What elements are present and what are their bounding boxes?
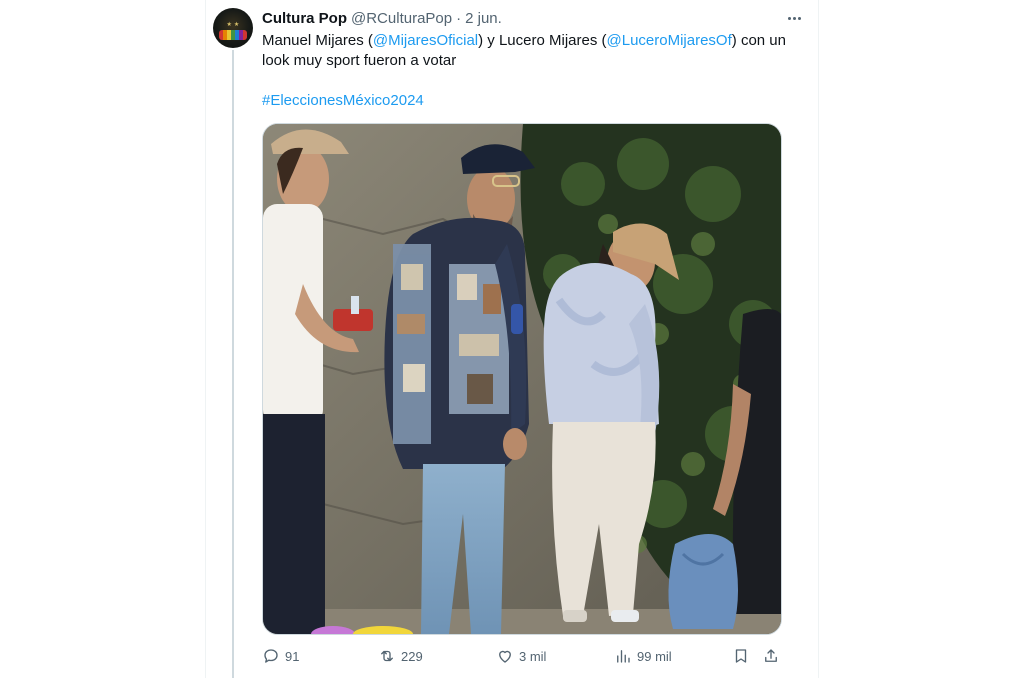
repost-count: 229	[401, 648, 423, 664]
tweet-date[interactable]: 2 jun.	[465, 10, 502, 27]
separator-dot: ·	[456, 9, 462, 27]
reply-count: 91	[285, 648, 300, 664]
thread-line	[232, 50, 234, 678]
photo-illustration	[263, 124, 781, 634]
text-part: Manuel Mijares (	[262, 32, 373, 49]
bookmark-button[interactable]	[732, 645, 750, 667]
mention-lucero[interactable]: @LuceroMijaresOf	[607, 32, 732, 49]
more-options-icon[interactable]	[782, 8, 806, 28]
bookmark-icon	[735, 649, 747, 663]
avatar-stripes	[219, 30, 247, 40]
like-count: 3 mil	[519, 648, 547, 664]
heart-icon	[499, 650, 511, 663]
reply-button[interactable]: 91	[262, 645, 299, 667]
share-button[interactable]	[762, 645, 780, 667]
views-chart-icon	[617, 650, 630, 663]
tweet-photo[interactable]	[262, 123, 782, 635]
tweet-header: Cultura Pop @RCulturaPop · 2 jun.	[262, 8, 806, 28]
repost-icon	[381, 650, 393, 662]
tweet-actions: 91 229 3 mil 99 mil	[262, 645, 784, 667]
reply-icon	[264, 649, 278, 663]
text-part: ) y Lucero Mijares (	[478, 32, 607, 49]
user-handle[interactable]: @RCulturaPop	[351, 10, 452, 27]
repost-button[interactable]: 229	[378, 645, 423, 667]
views-button[interactable]: 99 mil	[614, 645, 672, 667]
hashtag-link[interactable]: #EleccionesMéxico2024	[262, 92, 424, 109]
tweet-card[interactable]: ★ ★ Cultura Pop @RCulturaPop · 2 jun. Ma…	[205, 0, 819, 678]
views-count: 99 mil	[637, 648, 672, 664]
display-name[interactable]: Cultura Pop	[262, 10, 347, 27]
tweet-text: Manuel Mijares (@MijaresOficial) y Lucer…	[262, 31, 792, 111]
mention-mijares[interactable]: @MijaresOficial	[373, 32, 478, 49]
avatar-logo: ★ ★	[226, 22, 240, 28]
avatar[interactable]: ★ ★	[213, 8, 253, 48]
share-icon	[765, 649, 777, 662]
like-button[interactable]: 3 mil	[496, 645, 546, 667]
